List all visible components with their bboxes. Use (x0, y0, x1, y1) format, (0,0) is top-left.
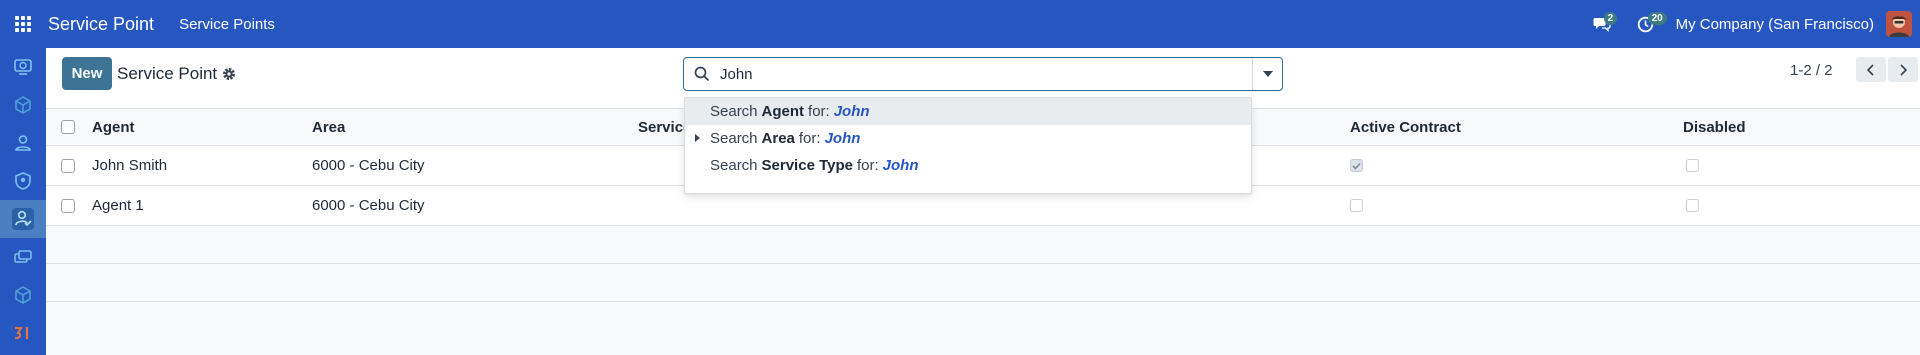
row-checkbox[interactable] (61, 158, 75, 173)
search-icon (694, 66, 710, 82)
user-badge-icon (15, 135, 31, 151)
active-contract-cell (1350, 146, 1363, 185)
check-icon (1352, 162, 1361, 170)
search-autocomplete-dropdown: Search Agent for: John Search Area for: … (684, 97, 1252, 194)
active-contract-cell (1350, 186, 1363, 225)
pager-value[interactable]: 1-2 / 2 (1790, 62, 1833, 79)
app-sidebar (0, 48, 46, 355)
disabled-checkbox (1686, 159, 1699, 172)
search-input[interactable] (720, 66, 1240, 83)
option-field: Agent (761, 103, 805, 120)
activities-badge: 20 (1647, 12, 1667, 25)
sidebar-item-products[interactable] (0, 276, 46, 314)
agent-cell[interactable]: John Smith (92, 146, 167, 185)
search-bar (683, 57, 1283, 91)
disabled-checkbox (1686, 199, 1699, 212)
column-header-active-contract[interactable]: Active Contract (1350, 109, 1461, 145)
option-prefix: Search (710, 103, 758, 120)
option-suffix: for: (798, 130, 821, 147)
messages-button[interactable]: 2 (1580, 0, 1624, 48)
cube-icon (15, 96, 31, 114)
option-prefix: Search (710, 130, 758, 147)
new-button[interactable]: New (62, 57, 112, 90)
empty-row (46, 226, 1920, 264)
active-contract-checkbox (1350, 199, 1363, 212)
brand-logo-icon (14, 327, 29, 340)
app-name[interactable]: Service Point (48, 14, 154, 35)
gear-icon[interactable] (222, 67, 236, 81)
option-term: John (824, 130, 861, 147)
dashboard-icon (14, 59, 32, 75)
option-field: Service Type (761, 157, 853, 174)
user-avatar[interactable] (1886, 11, 1912, 37)
sidebar-item-service-point[interactable] (0, 200, 46, 238)
chevron-left-icon (1866, 63, 1874, 76)
option-term: John (833, 103, 870, 120)
active-contract-checkbox (1350, 159, 1363, 172)
sidebar-item-inventory[interactable] (0, 86, 46, 124)
search-options-toggle[interactable] (1252, 58, 1282, 90)
select-all-checkbox[interactable] (61, 120, 75, 134)
expand-caret-icon[interactable] (695, 134, 700, 142)
option-prefix: Search (710, 157, 758, 174)
option-suffix: for: (808, 103, 830, 120)
sidebar-item-dashboard[interactable] (0, 48, 46, 86)
area-cell[interactable]: 6000 - Cebu City (312, 186, 425, 225)
empty-row (46, 264, 1920, 302)
row-checkbox[interactable] (61, 198, 75, 213)
apps-menu-icon[interactable] (0, 0, 46, 48)
column-header-area[interactable]: Area (312, 109, 345, 145)
sidebar-item-brand[interactable] (0, 314, 46, 352)
top-navbar: Service Point Service Points 2 20 My Com… (0, 0, 1920, 48)
column-header-disabled[interactable]: Disabled (1683, 109, 1746, 145)
chevron-right-icon (1900, 63, 1908, 76)
page-title: Service Point (117, 64, 218, 83)
menu-service-points[interactable]: Service Points (179, 16, 275, 33)
sidebar-item-agents[interactable] (0, 124, 46, 162)
messages-badge: 2 (1603, 12, 1618, 25)
search-option-area[interactable]: Search Area for: John (685, 125, 1251, 152)
pager-next-button[interactable] (1888, 57, 1918, 82)
cards-icon (14, 250, 32, 263)
pager-previous-button[interactable] (1856, 57, 1886, 82)
disabled-cell (1686, 146, 1699, 185)
search-option-agent[interactable]: Search Agent for: John (685, 98, 1251, 125)
search-option-service-type[interactable]: Search Service Type for: John (685, 152, 1251, 179)
cube-outline-icon (15, 286, 31, 304)
sidebar-item-cards[interactable] (0, 238, 46, 276)
user-service-icon (15, 210, 32, 227)
option-field: Area (761, 130, 795, 147)
chevron-down-icon (1262, 71, 1273, 77)
company-switcher[interactable]: My Company (San Francisco) (1676, 16, 1874, 33)
shield-icon (15, 172, 31, 190)
agent-cell[interactable]: Agent 1 (92, 186, 144, 225)
area-cell[interactable]: 6000 - Cebu City (312, 146, 425, 185)
option-suffix: for: (856, 157, 879, 174)
disabled-cell (1686, 186, 1699, 225)
column-header-agent[interactable]: Agent (92, 109, 135, 145)
option-term: John (882, 157, 919, 174)
sidebar-item-security[interactable] (0, 162, 46, 200)
activities-button[interactable]: 20 (1624, 0, 1668, 48)
